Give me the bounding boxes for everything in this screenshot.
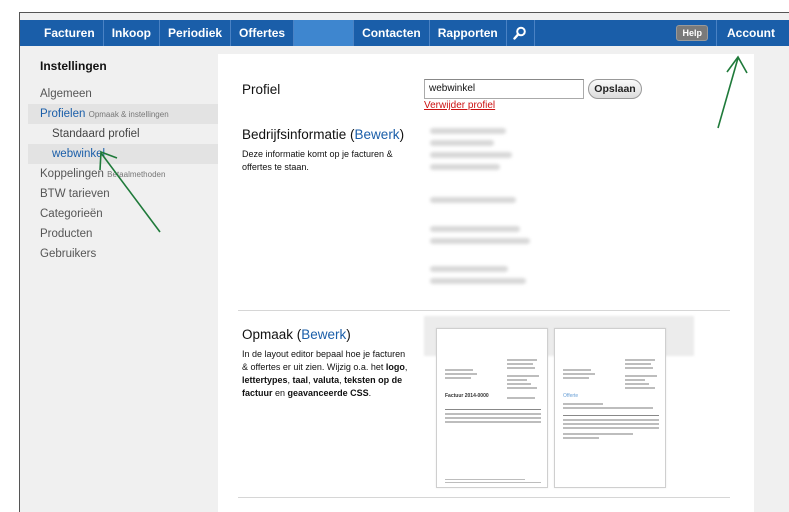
section-divider	[238, 310, 730, 311]
sidebar-item-sublabel: Betaalmethoden	[107, 170, 166, 179]
sidebar-item-producten[interactable]: Producten	[28, 224, 218, 244]
layout-edit-link[interactable]: Bewerk	[301, 327, 346, 342]
quote-preview-title: Offerte	[563, 393, 579, 399]
nav-periodiek[interactable]: Periodiek	[160, 20, 232, 46]
settings-sidebar: Instellingen Algemeen Profielen Opmaak &…	[28, 54, 218, 264]
layout-previews[interactable]: Factuur 2014-0000 Offerte	[424, 316, 694, 494]
save-button[interactable]: Opslaan	[588, 79, 642, 99]
sidebar-item-label: BTW tarieven	[40, 188, 110, 200]
company-info-description: Deze informatie komt op je facturen & of…	[242, 149, 393, 172]
sidebar-item-label: Standaard profiel	[52, 128, 140, 140]
nav-account[interactable]: Account	[716, 20, 789, 46]
invoice-preview[interactable]: Factuur 2014-0000	[436, 328, 548, 488]
profile-name-input[interactable]: webwinkel	[424, 79, 584, 99]
sidebar-item-label: Gebruikers	[40, 248, 97, 260]
sidebar-item-gebruikers[interactable]: Gebruikers	[28, 244, 218, 264]
delete-profile-link[interactable]: Verwijder profiel	[424, 100, 495, 111]
sidebar-item-label: Profielen	[40, 108, 86, 120]
layout-description: In de layout editor bepaal hoe je factur…	[242, 349, 408, 398]
nav-offertes[interactable]: Offertes	[231, 20, 295, 46]
sidebar-item-label: Algemeen	[40, 88, 92, 100]
quote-preview[interactable]: Offerte	[554, 328, 666, 488]
help-area: Help	[668, 20, 716, 46]
sidebar-item-webwinkel[interactable]: webwinkel	[28, 144, 218, 164]
company-info-title: Bedrijfsinformatie (Bewerk)	[242, 127, 405, 142]
sidebar-item-label: Categorieën	[40, 208, 103, 220]
nav-search-button[interactable]	[507, 20, 535, 46]
sidebar-item-koppelingen[interactable]: Koppelingen Betaalmethoden	[28, 164, 218, 184]
profile-title: Profiel	[242, 82, 281, 97]
nav-contacten[interactable]: Contacten	[354, 20, 430, 46]
search-icon	[513, 26, 527, 40]
section-divider	[238, 497, 730, 498]
sidebar-item-standaard-profiel[interactable]: Standaard profiel	[28, 124, 218, 144]
nav-inkoop[interactable]: Inkoop	[104, 20, 161, 46]
sidebar-item-sublabel: Opmaak & instellingen	[88, 110, 169, 119]
settings-content: Profiel webwinkel Opslaan Verwijder prof…	[218, 54, 754, 512]
sidebar-heading: Instellingen	[40, 59, 107, 73]
top-nav: Facturen Inkoop Periodiek Offertes Conta…	[20, 20, 789, 46]
help-button[interactable]: Help	[676, 25, 708, 41]
nav-rapporten[interactable]: Rapporten	[430, 20, 507, 46]
nav-empty-tab[interactable]	[294, 20, 355, 46]
company-info-title-text: Bedrijfsinformatie	[242, 127, 347, 142]
sidebar-item-label: Producten	[40, 228, 93, 240]
nav-facturen[interactable]: Facturen	[36, 20, 104, 46]
sidebar-item-label: webwinkel	[52, 148, 106, 160]
invoice-preview-title: Factuur 2014-0000	[445, 393, 489, 399]
company-edit-link[interactable]: Bewerk	[355, 127, 400, 142]
sidebar-item-profielen[interactable]: Profielen Opmaak & instellingen	[28, 104, 218, 124]
sidebar-item-label: Koppelingen	[40, 168, 104, 180]
sidebar-item-btw-tarieven[interactable]: BTW tarieven	[28, 184, 218, 204]
layout-title-text: Opmaak	[242, 327, 294, 342]
layout-title: Opmaak (Bewerk)	[242, 327, 351, 342]
sidebar-item-algemeen[interactable]: Algemeen	[28, 84, 218, 104]
sidebar-item-categorieen[interactable]: Categorieën	[28, 204, 218, 224]
